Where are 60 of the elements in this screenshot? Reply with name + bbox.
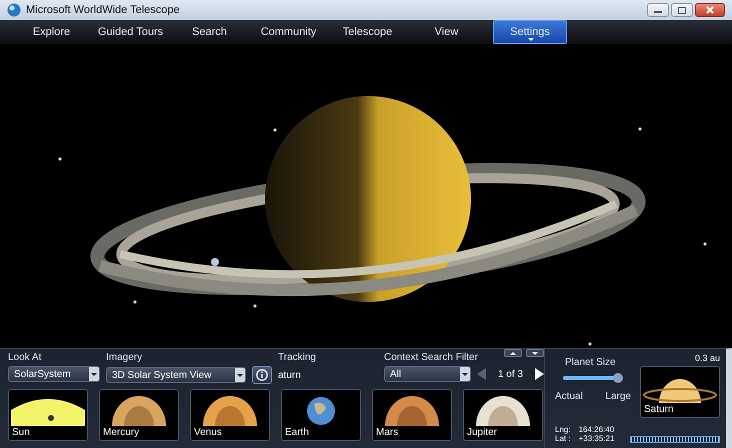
selected-object-thumbnail[interactable]: Saturn bbox=[640, 366, 720, 418]
menu-tab[interactable]: Community bbox=[249, 20, 328, 44]
info-icon bbox=[256, 369, 268, 381]
minimize-button[interactable] bbox=[647, 3, 669, 17]
up-arrow-icon bbox=[510, 352, 516, 354]
close-icon bbox=[706, 6, 714, 14]
distance-readout: 0.3 au bbox=[694, 353, 720, 363]
slider-thumb[interactable] bbox=[613, 373, 623, 383]
menu-tab[interactable]: Explore bbox=[12, 20, 91, 44]
look-at-label: Look At bbox=[8, 352, 42, 363]
menu-tab[interactable]: Settings bbox=[493, 20, 567, 44]
thumbnail-label: Saturn bbox=[643, 403, 674, 417]
longitude-value: 164:26:40 bbox=[578, 425, 614, 434]
window-title: Microsoft WorldWide Telescope bbox=[26, 4, 180, 16]
imagery-dropdown[interactable]: 3D Solar System View bbox=[106, 367, 246, 383]
caret-icon bbox=[528, 38, 534, 41]
menu-tab[interactable]: Search bbox=[170, 20, 249, 44]
object-thumbnail[interactable]: Jupiter bbox=[463, 389, 543, 441]
imagery-label: Imagery bbox=[106, 352, 144, 363]
longitude-label: Lng: bbox=[555, 425, 571, 434]
thumbnail-label: Mercury bbox=[102, 426, 140, 440]
menu-tab[interactable]: View bbox=[407, 20, 486, 44]
object-thumbnail[interactable]: Mercury bbox=[99, 389, 179, 441]
globe-icon bbox=[7, 3, 21, 17]
menu-tab[interactable]: Guided Tours bbox=[91, 20, 170, 44]
tracking-label: Tracking bbox=[278, 352, 317, 363]
down-arrow-icon bbox=[532, 352, 538, 354]
slider-max-label: Large bbox=[605, 391, 631, 402]
menu-tab[interactable]: Telescope bbox=[328, 20, 407, 44]
planet-size-label: Planet Size bbox=[564, 357, 617, 368]
left-triangle-icon bbox=[476, 368, 486, 380]
latitude-label: Lat : bbox=[555, 434, 571, 443]
planet-size-slider[interactable] bbox=[563, 373, 623, 383]
thumbnail-label: Sun bbox=[11, 426, 31, 440]
look-at-dropdown[interactable]: SolarSystem bbox=[8, 366, 100, 382]
right-triangle-icon bbox=[535, 368, 544, 380]
context-search-filter-label: Context Search Filter bbox=[384, 352, 478, 363]
object-thumbnail[interactable]: Sun bbox=[8, 389, 88, 441]
thumbnail-label: Earth bbox=[284, 426, 310, 440]
object-thumbnail[interactable]: Mars bbox=[372, 389, 452, 441]
page-indicator: 1 of 3 bbox=[496, 368, 524, 380]
object-thumbnail[interactable]: Earth bbox=[281, 389, 361, 441]
slider-min-label: Actual bbox=[555, 391, 583, 402]
maximize-button[interactable] bbox=[671, 3, 693, 17]
latitude-value: +33:35:21 bbox=[578, 434, 614, 443]
tracking-value: aturn bbox=[278, 370, 302, 381]
thumbnail-label: Venus bbox=[193, 426, 223, 440]
maximize-icon bbox=[678, 6, 686, 14]
thumbnail-label: Mars bbox=[375, 426, 400, 440]
scroll-down-button[interactable] bbox=[526, 349, 544, 357]
thumbnail-label: Jupiter bbox=[466, 426, 498, 440]
next-page-button[interactable] bbox=[535, 368, 544, 380]
close-button[interactable] bbox=[695, 3, 725, 17]
dropdown-caret-icon bbox=[91, 372, 97, 376]
scroll-up-button[interactable] bbox=[504, 349, 522, 357]
dropdown-caret-icon bbox=[237, 374, 243, 376]
info-button[interactable] bbox=[252, 366, 272, 384]
context-filter-dropdown[interactable]: All bbox=[384, 366, 471, 382]
object-thumbnail[interactable]: Venus bbox=[190, 389, 270, 441]
dropdown-caret-icon bbox=[462, 372, 468, 376]
